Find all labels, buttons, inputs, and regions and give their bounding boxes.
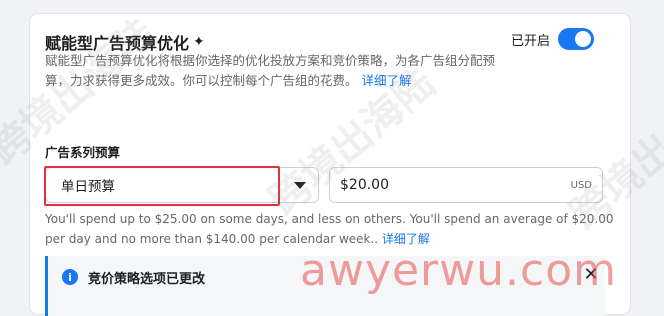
helper-learn-more-link[interactable]: 详细了解 [382, 232, 430, 246]
learn-more-link[interactable]: 详细了解 [362, 73, 412, 88]
helper-text: You'll spend up to $25.00 on some days, … [45, 212, 614, 246]
close-icon[interactable]: ✕ [579, 262, 603, 286]
caret-down-icon [294, 181, 306, 189]
budget-helper-text: You'll spend up to $25.00 on some days, … [45, 209, 620, 249]
toggle-knob [575, 31, 591, 47]
sparkle-icon: ✦ [193, 34, 205, 50]
optimization-toggle-group: 已开启 [511, 28, 594, 50]
section-description: 赋能型广告预算优化将根据你选择的优化投放方案和竞价策略，为各广告组分配预算，力求… [45, 51, 495, 91]
budget-type-select[interactable]: 单日预算 [45, 167, 319, 203]
budget-amount-value: $20.00 [340, 177, 389, 193]
info-icon: i [62, 269, 78, 285]
toggle-label: 已开启 [510, 33, 550, 49]
optimization-toggle[interactable] [558, 28, 594, 50]
budget-amount-field[interactable]: $20.00 USD [329, 167, 603, 203]
description-text: 赋能型广告预算优化将根据你选择的优化投放方案和竞价策略，为各广告组分配预算，力求… [45, 53, 496, 88]
currency-label: USD [570, 179, 592, 191]
budget-optimization-card: 赋能型广告预算优化 ✦ 已开启 赋能型广告预算优化将根据你选择的优化投放方案和竞… [30, 14, 630, 316]
budget-type-value: 单日预算 [61, 179, 115, 195]
budget-label: 广告系列预算 [45, 145, 121, 160]
bid-strategy-notice: i 竞价策略选项已更改 ✕ [45, 256, 605, 316]
notice-title: 竞价策略选项已更改 [88, 272, 206, 287]
